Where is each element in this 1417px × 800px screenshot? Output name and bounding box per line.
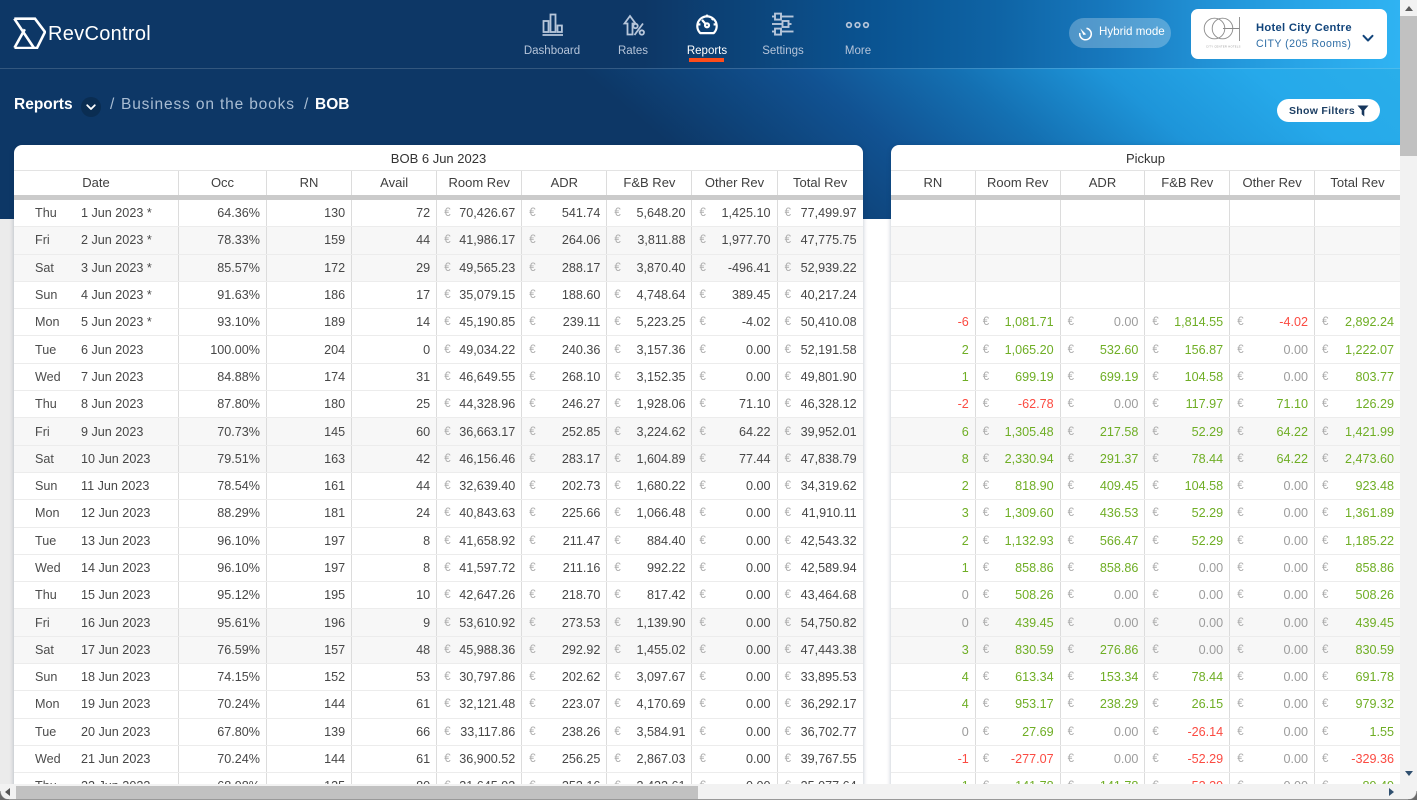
svg-text:CITY CENTER HOTELS: CITY CENTER HOTELS: [1206, 45, 1241, 49]
